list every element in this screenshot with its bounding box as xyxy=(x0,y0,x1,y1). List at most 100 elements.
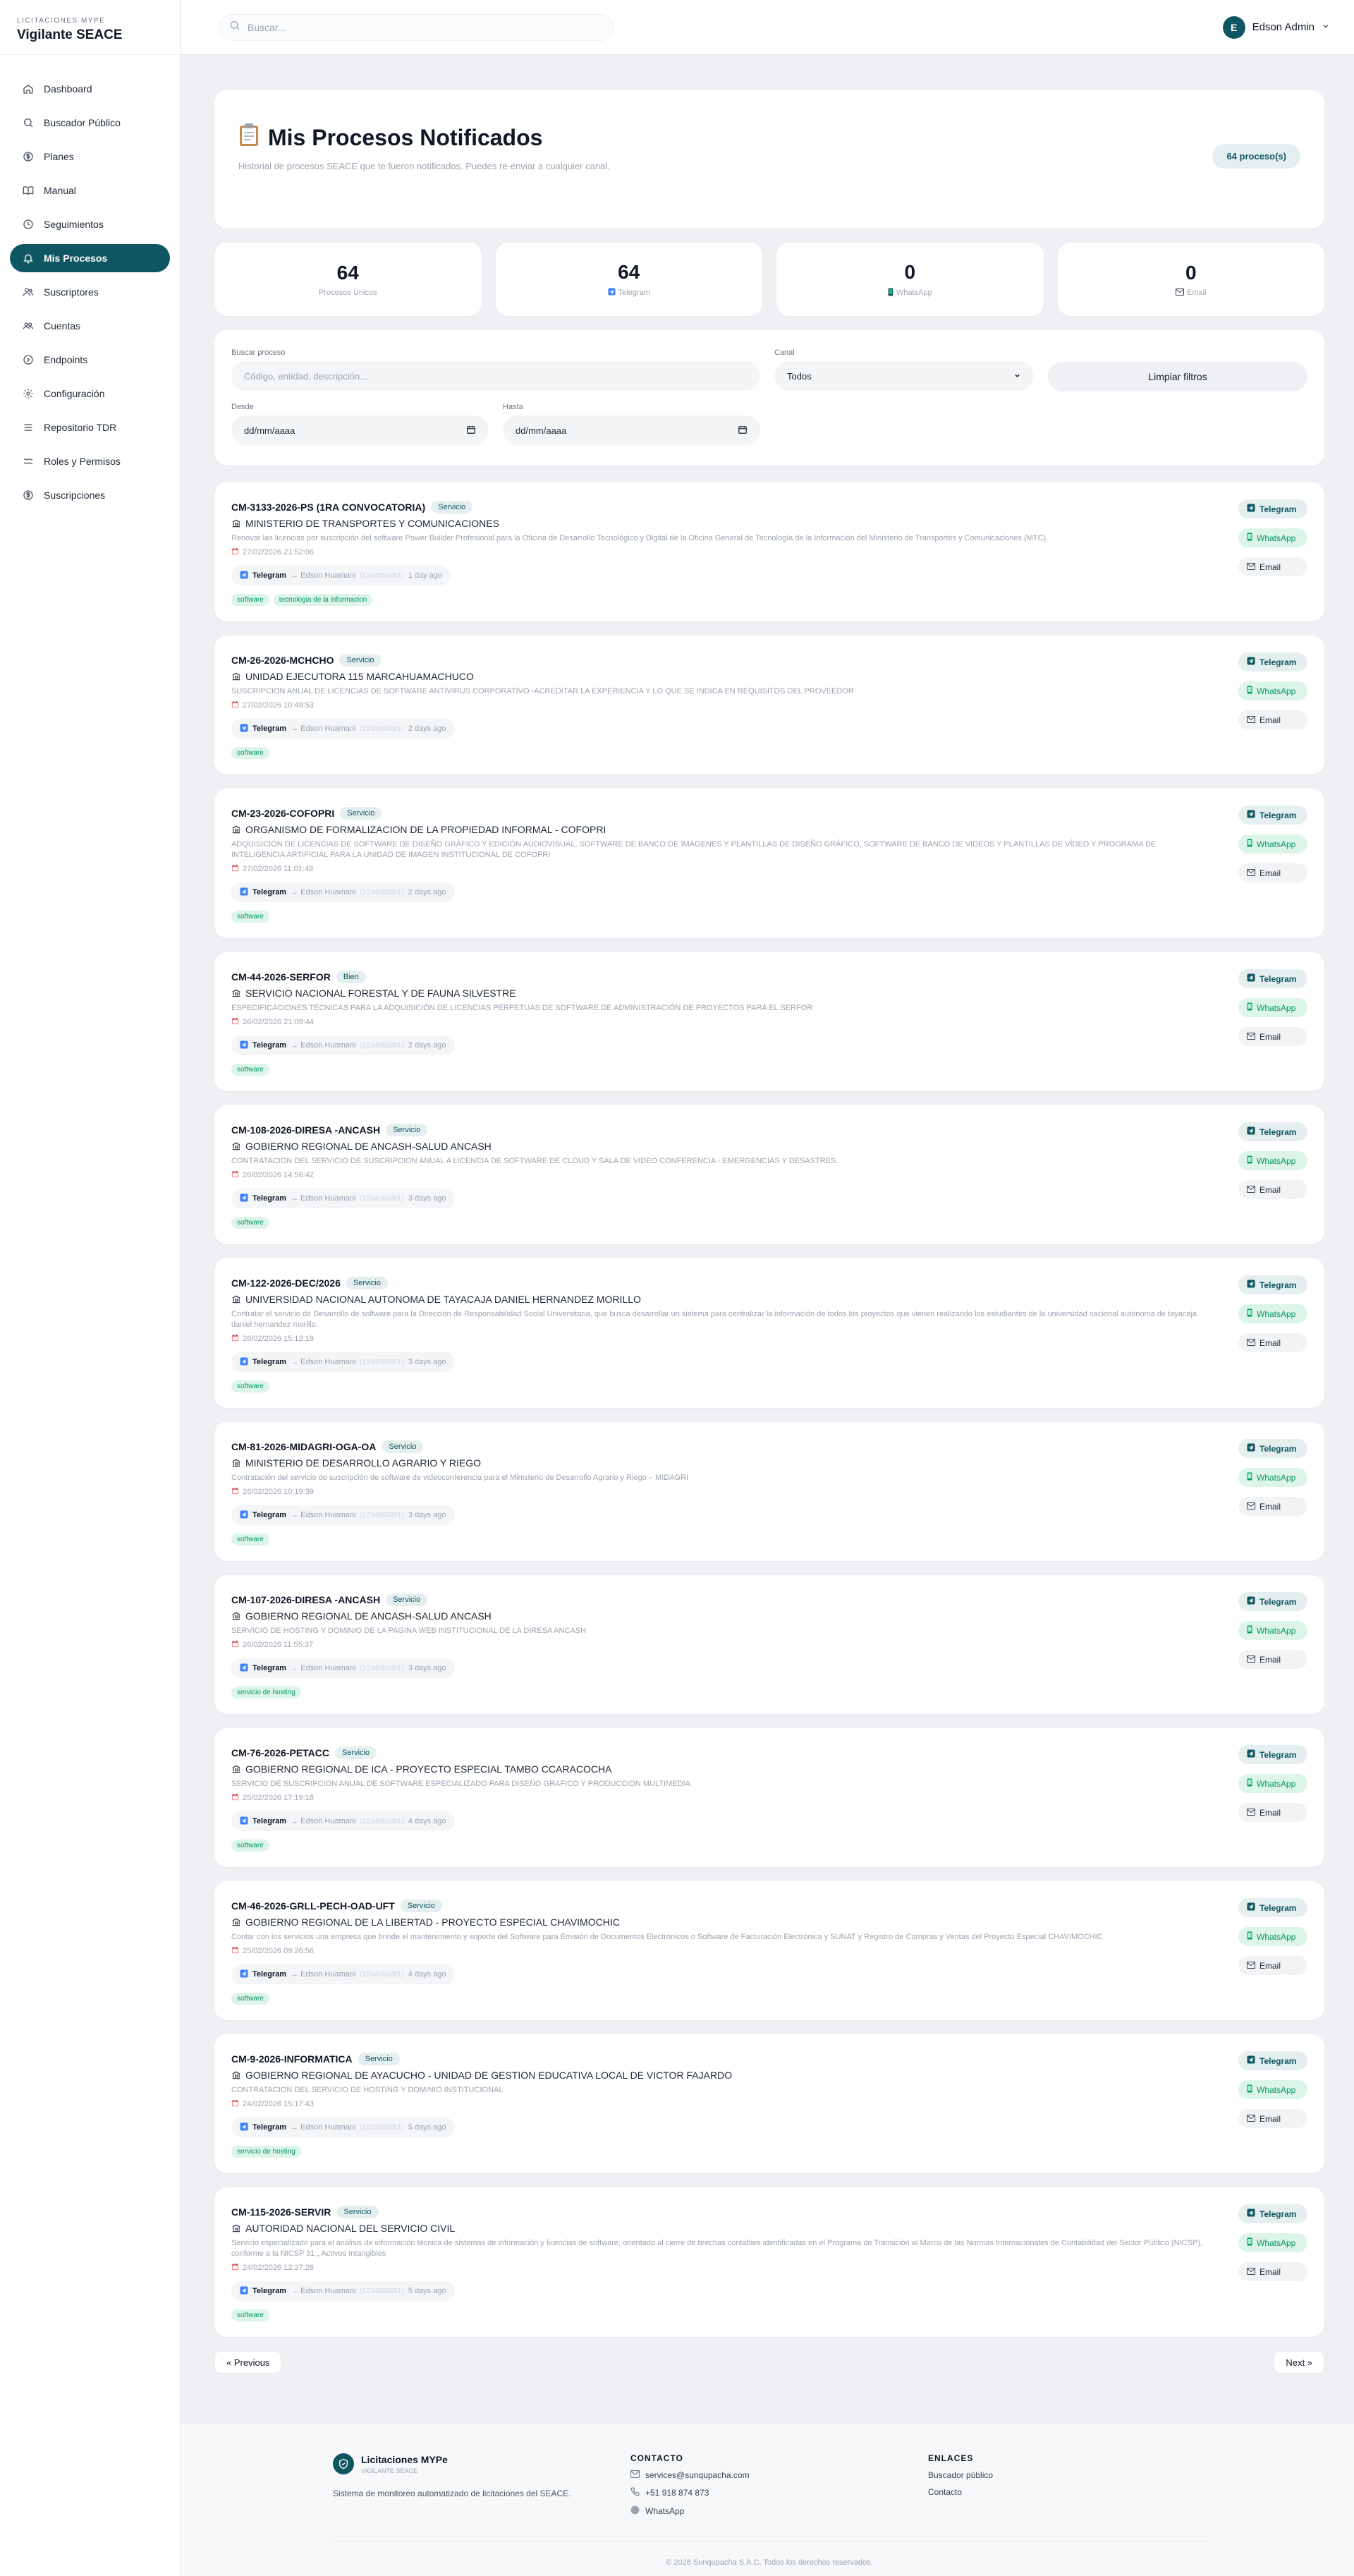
date-from-input[interactable]: dd/mm/aaaa xyxy=(231,415,489,445)
resend-email-button[interactable]: Email xyxy=(1238,1027,1307,1046)
sidebar-item-mis-procesos[interactable]: Mis Procesos xyxy=(10,244,170,272)
footer-email-link[interactable]: services@sunqupacha.com xyxy=(630,2470,928,2480)
resend-email-button[interactable]: Email xyxy=(1238,557,1307,576)
process-code[interactable]: CM-26-2026-MCHCHO xyxy=(231,655,334,666)
resend-telegram-button[interactable]: Telegram xyxy=(1238,1745,1307,1764)
resend-email-button[interactable]: Email xyxy=(1238,1497,1307,1516)
notification-time-ago: 3 days ago xyxy=(408,1194,446,1203)
resend-whatsapp-button[interactable]: WhatsApp xyxy=(1238,834,1307,853)
resend-telegram-button[interactable]: Telegram xyxy=(1238,2051,1307,2070)
process-code[interactable]: CM-107-2026-DIRESA -ANCASH xyxy=(231,1594,380,1605)
resend-telegram-button[interactable]: Telegram xyxy=(1238,652,1307,672)
resend-email-button[interactable]: Email xyxy=(1238,2262,1307,2281)
footer-phone-link[interactable]: +51 918 874 873 xyxy=(630,2487,928,2498)
process-code[interactable]: CM-115-2026-SERVIR xyxy=(231,2206,331,2218)
resend-email-button[interactable]: Email xyxy=(1238,863,1307,882)
resend-email-button[interactable]: Email xyxy=(1238,1803,1307,1822)
resend-email-button[interactable]: Email xyxy=(1238,1650,1307,1669)
process-code[interactable]: CM-46-2026-GRLL-PECH-OAD-UFT xyxy=(231,1900,395,1912)
process-code[interactable]: CM-44-2026-SERFOR xyxy=(231,971,331,983)
keyword-tag: software xyxy=(231,911,269,923)
resend-telegram-button[interactable]: Telegram xyxy=(1238,1122,1307,1141)
date-to-input[interactable]: dd/mm/aaaa xyxy=(503,415,760,445)
sidebar-item-manual[interactable]: Manual xyxy=(10,176,170,205)
resend-telegram-button[interactable]: Telegram xyxy=(1238,1439,1307,1458)
telegram-icon xyxy=(240,1816,248,1827)
resend-email-button[interactable]: Email xyxy=(1238,710,1307,729)
sidebar-item-planes[interactable]: Planes xyxy=(10,142,170,171)
resend-whatsapp-button[interactable]: WhatsApp xyxy=(1238,2080,1307,2099)
stat-value: 64 xyxy=(336,262,359,284)
sidebar-item-configuración[interactable]: Configuración xyxy=(10,379,170,408)
footer-link-contacto[interactable]: Contacto xyxy=(928,2487,993,2497)
process-code[interactable]: CM-122-2026-DEC/2026 xyxy=(231,1277,341,1289)
resend-whatsapp-button[interactable]: WhatsApp xyxy=(1238,1774,1307,1793)
resend-whatsapp-button[interactable]: WhatsApp xyxy=(1238,1304,1307,1323)
entity-name: MINISTERIO DE DESARROLLO AGRARIO Y RIEGO xyxy=(245,1457,482,1469)
resend-telegram-button[interactable]: Telegram xyxy=(1238,806,1307,825)
bank-icon xyxy=(231,1294,241,1304)
footer-whatsapp-link[interactable]: WhatsApp xyxy=(630,2505,928,2517)
resend-telegram-button[interactable]: Telegram xyxy=(1238,1592,1307,1611)
resend-email-button[interactable]: Email xyxy=(1238,1333,1307,1352)
process-code[interactable]: CM-81-2026-MIDAGRI-OGA-OA xyxy=(231,1441,376,1452)
resend-whatsapp-button[interactable]: WhatsApp xyxy=(1238,528,1307,547)
search-process-input[interactable] xyxy=(231,361,760,391)
resend-telegram-button[interactable]: Telegram xyxy=(1238,969,1307,988)
resend-telegram-button[interactable]: Telegram xyxy=(1238,1898,1307,1917)
previous-page-button[interactable]: « Previous xyxy=(214,2351,282,2374)
dollar-icon xyxy=(21,488,35,502)
process-code[interactable]: CM-23-2026-COFOPRI xyxy=(231,808,334,819)
sidebar-item-endpoints[interactable]: Endpoints xyxy=(10,346,170,374)
sidebar-item-suscripciones[interactable]: Suscripciones xyxy=(10,481,170,509)
process-card: CM-107-2026-DIRESA -ANCASH Servicio GOBIER… xyxy=(214,1575,1324,1714)
process-code[interactable]: CM-76-2026-PETACC xyxy=(231,1747,329,1758)
resend-telegram-button[interactable]: Telegram xyxy=(1238,1275,1307,1294)
process-code[interactable]: CM-108-2026-DIRESA -ANCASH xyxy=(231,1124,380,1136)
channel-select[interactable]: Todos xyxy=(774,361,1034,391)
resend-telegram-button[interactable]: Telegram xyxy=(1238,499,1307,518)
envelope-icon xyxy=(1247,1502,1255,1512)
sidebar-item-suscriptores[interactable]: Suscriptores xyxy=(10,278,170,306)
notification-recipient: → Edson Huamani xyxy=(291,1970,356,1979)
sidebar-item-seguimientos[interactable]: Seguimientos xyxy=(10,210,170,238)
brand-title[interactable]: Vigilante SEACE xyxy=(17,28,163,43)
resend-whatsapp-button[interactable]: WhatsApp xyxy=(1238,1927,1307,1946)
resend-email-label: Email xyxy=(1260,561,1281,572)
next-page-button[interactable]: Next » xyxy=(1274,2351,1324,2374)
sidebar-item-dashboard[interactable]: Dashboard xyxy=(10,75,170,103)
resend-email-button[interactable]: Email xyxy=(1238,1956,1307,1975)
process-type-badge: Bien xyxy=(336,971,366,983)
footer-logo[interactable]: Licitaciones MYPe VIGILANTE SEACE xyxy=(333,2453,630,2474)
resend-telegram-button[interactable]: Telegram xyxy=(1238,2204,1307,2223)
sidebar-item-buscador-público[interactable]: Buscador Público xyxy=(10,109,170,137)
process-description: SUSCRIPCION ANUAL DE LICENCIAS DE SOFTWA… xyxy=(231,687,854,695)
clear-filters-button[interactable]: Limpiar filtros xyxy=(1048,362,1307,391)
notification-channel: Telegram xyxy=(252,1041,287,1050)
global-search-input[interactable] xyxy=(248,21,603,33)
resend-whatsapp-button[interactable]: WhatsApp xyxy=(1238,2233,1307,2252)
bank-icon xyxy=(231,825,241,834)
resend-email-button[interactable]: Email xyxy=(1238,2109,1307,2128)
resend-email-button[interactable]: Email xyxy=(1238,1180,1307,1199)
notification-record: Telegram → Edson Huamani (1234560001) 2 day… xyxy=(231,882,455,902)
footer-link-buscador[interactable]: Buscador público xyxy=(928,2470,993,2480)
sidebar-item-cuentas[interactable]: Cuentas xyxy=(10,312,170,340)
resend-whatsapp-button[interactable]: WhatsApp xyxy=(1238,998,1307,1017)
resend-whatsapp-button[interactable]: WhatsApp xyxy=(1238,1621,1307,1640)
sidebar-item-repositorio-tdr[interactable]: Repositorio TDR xyxy=(10,413,170,442)
notification-recipient-id: (1234560001) xyxy=(360,2287,404,2295)
date-from-value: dd/mm/aaaa xyxy=(244,425,295,436)
stat-telegram: 64 Telegram xyxy=(495,243,762,316)
resend-whatsapp-button[interactable]: WhatsApp xyxy=(1238,1468,1307,1487)
resend-whatsapp-button[interactable]: WhatsApp xyxy=(1238,1151,1307,1170)
calendar-icon xyxy=(231,2263,239,2273)
global-search[interactable] xyxy=(219,13,614,41)
phone-icon xyxy=(1247,1472,1252,1483)
sidebar-item-roles-y-permisos[interactable]: Roles y Permisos xyxy=(10,447,170,475)
process-code[interactable]: CM-9-2026-INFORMATICA xyxy=(231,2053,353,2065)
resend-whatsapp-button[interactable]: WhatsApp xyxy=(1238,681,1307,700)
process-code[interactable]: CM-3133-2026-PS (1RA CONVOCATORIA) xyxy=(231,502,425,513)
envelope-icon xyxy=(1175,288,1184,298)
user-menu[interactable]: E Edson Admin xyxy=(1217,13,1336,42)
